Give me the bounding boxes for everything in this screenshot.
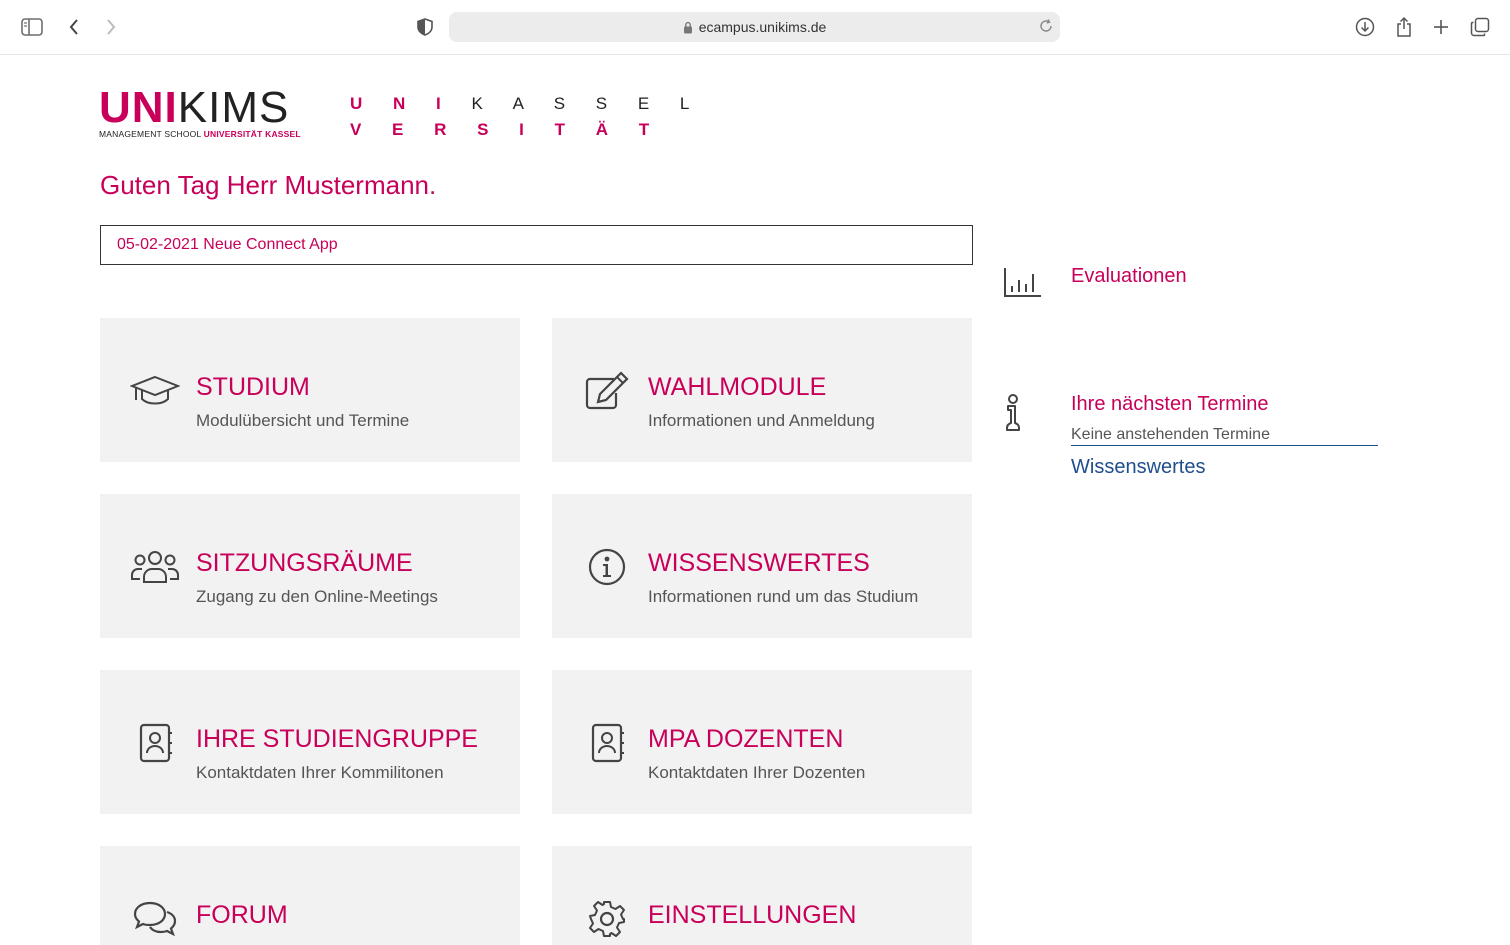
forward-icon[interactable] [98, 14, 124, 40]
users-icon [130, 547, 180, 587]
tile-mpa-dozenten[interactable]: MPA DOZENTEN Kontaktdaten Ihrer Dozenten [552, 670, 972, 814]
kassel-logo-row2: V E R S I T Ä T [350, 120, 663, 139]
kassel-logo-kassel: K A S S E L [471, 94, 703, 113]
termine-empty-text: Keine anstehenden Termine [1071, 426, 1378, 446]
kassel-logo-row1: U N I K A S S E L [350, 91, 702, 117]
contacts-icon [130, 723, 180, 763]
tile-einstellungen[interactable]: EINSTELLUNGEN [552, 846, 972, 945]
tile-description: Kontaktdaten Ihrer Kommilitonen [196, 763, 444, 782]
share-icon[interactable] [1391, 14, 1417, 40]
gear-icon [582, 899, 632, 939]
page-greeting: Guten Tag Herr Mustermann. [100, 170, 437, 200]
tile-forum[interactable]: FORUM [100, 846, 520, 945]
url-text: ecampus.unikims.de [698, 19, 827, 35]
tile-sitzungsraeume[interactable]: SITZUNGSRÄUME Zugang zu den Online-Meeti… [100, 494, 520, 638]
uni-kassel-logo[interactable]: U N I K A S S E L V E R S I T Ä T [350, 91, 702, 143]
logo-sub-black: MANAGEMENT SCHOOL [99, 129, 204, 139]
tile-description: Modulübersicht und Termine [196, 411, 410, 430]
person-info-icon [1003, 393, 1023, 438]
tab-overview-icon[interactable] [1467, 14, 1493, 40]
tile-title: WAHLMODULE [648, 373, 827, 401]
news-text: 05-02-2021 Neue Connect App [117, 236, 338, 253]
unikims-logo[interactable]: UNIKIMS MANAGEMENT SCHOOL UNIVERSITÄT KA… [99, 86, 301, 140]
kassel-logo-uni: U N I [350, 94, 454, 113]
contacts-icon [582, 723, 632, 763]
tile-description: Informationen und Anmeldung [648, 411, 875, 430]
tile-title: FORUM [196, 901, 288, 929]
chat-icon [130, 899, 180, 939]
back-icon[interactable] [61, 14, 87, 40]
tile-studium[interactable]: STUDIUM Modulübersicht und Termine [100, 318, 520, 462]
tile-title: EINSTELLUNGEN [648, 901, 857, 929]
address-bar[interactable]: ecampus.unikims.de [449, 12, 1060, 42]
unikims-wordmark: UNIKIMS [99, 86, 301, 130]
tile-title: WISSENSWERTES [648, 549, 870, 577]
browser-toolbar: ecampus.unikims.de [0, 0, 1510, 55]
tile-description: Informationen rund um das Studium [648, 587, 919, 606]
tile-wissenswertes[interactable]: WISSENSWERTES Informationen rund um das … [552, 494, 972, 638]
edit-icon [582, 371, 632, 411]
tile-title: MPA DOZENTEN [648, 725, 844, 753]
privacy-shield-icon[interactable] [412, 14, 438, 40]
tile-title: IHRE STUDIENGRUPPE [196, 725, 478, 753]
unikims-subtitle: MANAGEMENT SCHOOL UNIVERSITÄT KASSEL [99, 129, 301, 139]
download-icon[interactable] [1352, 14, 1378, 40]
logo-kims-text: KIMS [177, 83, 290, 132]
reload-icon[interactable] [1038, 18, 1054, 34]
tile-description: Kontaktdaten Ihrer Dozenten [648, 763, 866, 782]
evaluationen-link[interactable]: Evaluationen [1071, 265, 1187, 288]
logo-sub-red: UNIVERSITÄT KASSEL [203, 129, 301, 139]
bar-chart-icon [1003, 266, 1043, 303]
info-icon [582, 547, 632, 587]
logo-uni-text: UNI [99, 83, 178, 132]
tile-title: STUDIUM [196, 373, 310, 401]
lock-icon [683, 21, 693, 34]
tile-description: Zugang zu den Online-Meetings [196, 587, 438, 606]
new-tab-icon[interactable] [1428, 14, 1454, 40]
tile-ihre-studiengruppe[interactable]: IHRE STUDIENGRUPPE Kontaktdaten Ihrer Ko… [100, 670, 520, 814]
wissenswertes-link[interactable]: Wissenswertes [1071, 456, 1205, 479]
tile-title: SITZUNGSRÄUME [196, 549, 413, 577]
graduation-cap-icon [130, 371, 180, 411]
news-item[interactable]: 05-02-2021 Neue Connect App [100, 225, 973, 265]
tile-wahlmodule[interactable]: WAHLMODULE Informationen und Anmeldung [552, 318, 972, 462]
sidebar-toggle-icon[interactable] [19, 14, 45, 40]
termine-title: Ihre nächsten Termine [1071, 393, 1269, 415]
